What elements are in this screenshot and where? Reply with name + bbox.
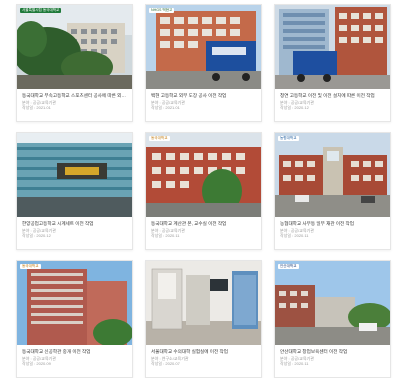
- building-photo: [17, 5, 132, 89]
- card-title[interactable]: 안산대학교 창업보육센터 이전 작업: [280, 349, 386, 356]
- card-info: 동국대학교 신공학관 중개 이전 작업 분야 : 공공/교육기관 작성일 : 2…: [17, 345, 132, 367]
- portfolio-card[interactable]: NHGS 백현고 백현 고등학교 외부 도장 공사 이전 작업 분야 : 공공/…: [145, 4, 262, 122]
- card-info: 백현 고등학교 외부 도장 공사 이전 작업 분야 : 공공/교육기관 작성일 …: [146, 89, 261, 111]
- card-date: 작성일 : 2021.01: [22, 105, 51, 111]
- school-logo-badge: 서울특별시립 동국대학교: [20, 8, 62, 13]
- card-thumbnail[interactable]: 안산대학교: [275, 261, 390, 345]
- card-title[interactable]: 농협대학교 사무동 일부 재관 이전 작업: [280, 221, 386, 228]
- card-title[interactable]: 동국대학교 신공학관 중개 이전 작업: [22, 349, 128, 356]
- card-title[interactable]: 한양공업고등학교 시계세트 이전 작업: [22, 221, 128, 228]
- card-info: 농협대학교 사무동 일부 재관 이전 작업 분야 : 공공/교육기관 작성일 :…: [275, 217, 390, 239]
- card-thumbnail[interactable]: NHGS 백현고: [146, 5, 261, 89]
- card-info: 안산대학교 창업보육센터 이전 작업 분야 : 공공/교육기관 작성일 : 20…: [275, 345, 390, 367]
- portfolio-card[interactable]: 농협대학교 농협대학교 사무동 일부 재관 이전 작업 분야 : 공공/교육기관…: [274, 132, 391, 250]
- card-title[interactable]: 서울대학교 수의대학 실험실에 이전 작업: [151, 349, 257, 356]
- portfolio-card[interactable]: 안산대학교 안산대학교 창업보육센터 이전 작업 분야 : 공공/교육기관 작성…: [274, 260, 391, 378]
- card-date: 작성일 : 2020.11: [280, 233, 309, 239]
- card-date: 작성일 : 2020.12: [280, 105, 309, 111]
- school-logo-badge: 안산대학교: [278, 264, 299, 269]
- card-info: 동국대학교 계산관 본, 교수실 이전 작업 분야 : 공공/교육기관 작성일 …: [146, 217, 261, 239]
- school-logo-badge: 동국대학교: [20, 264, 41, 269]
- building-photo: [275, 5, 390, 89]
- card-info: 한양공업고등학교 시계세트 이전 작업 분야 : 공공/교육기관 작성일 : 2…: [17, 217, 132, 239]
- lab-interior-photo: [146, 261, 261, 345]
- card-info: 서울대학교 수의대학 실험실에 이전 작업 분야 : 연구소/교육기관 작성일 …: [146, 345, 261, 367]
- card-date: 작성일 : 2020.11: [280, 361, 309, 367]
- school-logo-badge: 동국대학교: [149, 136, 170, 141]
- card-thumbnail[interactable]: 동국대학교: [17, 261, 132, 345]
- card-title[interactable]: 청연 고등학교 이전 및 이전 설치에 따른 이전 작업: [280, 93, 386, 100]
- building-photo: [275, 133, 390, 217]
- card-thumbnail[interactable]: [17, 133, 132, 217]
- portfolio-card[interactable]: 서울특별시립 동국대학교 동국대학교 부속고등학교 스포츠센터 공사에 따른 외…: [16, 4, 133, 122]
- portfolio-card[interactable]: 청연 고등학교 이전 및 이전 설치에 따른 이전 작업 분야 : 공공/교육기…: [274, 4, 391, 122]
- card-title[interactable]: 동국대학교 부속고등학교 스포츠센터 공사에 따른 외관 …: [22, 93, 128, 100]
- card-date: 작성일 : 2021.01: [151, 105, 180, 111]
- school-logo-badge: 농협대학교: [278, 136, 299, 141]
- building-photo: [146, 5, 261, 89]
- card-title[interactable]: 동국대학교 계산관 본, 교수실 이전 작업: [151, 221, 257, 228]
- portfolio-card[interactable]: 한양공업고등학교 시계세트 이전 작업 분야 : 공공/교육기관 작성일 : 2…: [16, 132, 133, 250]
- card-thumbnail[interactable]: 동국대학교: [146, 133, 261, 217]
- card-thumbnail[interactable]: [275, 5, 390, 89]
- portfolio-card[interactable]: 동국대학교 동국대학교 신공학관 중개 이전 작업 분야 : 공공/교육기관 작…: [16, 260, 133, 378]
- card-date: 작성일 : 2020.12: [22, 233, 51, 239]
- card-thumbnail[interactable]: 농협대학교: [275, 133, 390, 217]
- card-info: 청연 고등학교 이전 및 이전 설치에 따른 이전 작업 분야 : 공공/교육기…: [275, 89, 390, 111]
- portfolio-grid: 서울특별시립 동국대학교 동국대학교 부속고등학교 스포츠센터 공사에 따른 외…: [16, 4, 391, 378]
- portfolio-card[interactable]: 서울대학교 수의대학 실험실에 이전 작업 분야 : 연구소/교육기관 작성일 …: [145, 260, 262, 378]
- card-date: 작성일 : 2020.09: [22, 361, 51, 367]
- card-date: 작성일 : 2020.07: [151, 361, 180, 367]
- school-logo-badge: NHGS 백현고: [149, 8, 175, 13]
- building-photo: [17, 261, 132, 345]
- building-photo: [275, 261, 390, 345]
- portfolio-card[interactable]: 동국대학교 동국대학교 계산관 본, 교수실 이전 작업 분야 : 공공/교육기…: [145, 132, 262, 250]
- card-date: 작성일 : 2020.11: [151, 233, 180, 239]
- card-info: 동국대학교 부속고등학교 스포츠센터 공사에 따른 외관 … 분야 : 공공/교…: [17, 89, 132, 111]
- card-thumbnail[interactable]: [146, 261, 261, 345]
- building-photo: [17, 133, 132, 217]
- card-title[interactable]: 백현 고등학교 외부 도장 공사 이전 작업: [151, 93, 257, 100]
- building-photo: [146, 133, 261, 217]
- card-thumbnail[interactable]: 서울특별시립 동국대학교: [17, 5, 132, 89]
